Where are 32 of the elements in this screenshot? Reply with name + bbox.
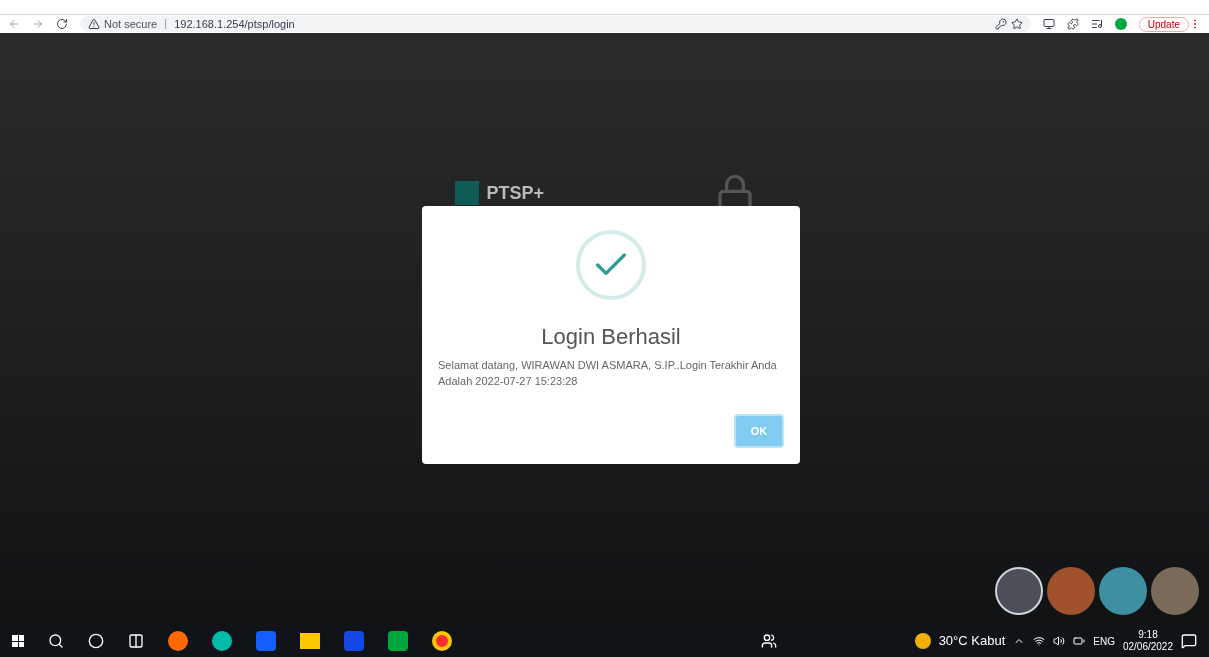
warning-icon [88,18,100,30]
playlist-icon[interactable] [1090,18,1103,30]
dialog-message: Selamat datang, WIRAWAN DWI ASMARA, S.IP..Login Terakhir Anda Adalah 2022-07-27 15:23:28 [438,358,778,389]
key-icon[interactable] [994,18,1007,30]
clock-time[interactable]: 9:18 [1138,629,1158,641]
battery-icon[interactable] [1073,635,1086,647]
success-icon [576,230,646,300]
cortana-icon[interactable] [88,633,104,649]
clock-date[interactable]: 02/06/2022 [1122,641,1173,653]
puzzle-icon[interactable] [1066,18,1079,30]
logo-text: PTSP+ [486,182,545,205]
language-indicator[interactable]: ENG [1093,633,1115,649]
wifi-icon[interactable] [1033,635,1046,647]
profile-avatar[interactable] [1114,18,1127,30]
security-label: Not secure [104,16,158,32]
reload-icon[interactable] [56,18,68,30]
dialog-title: Login Berhasil [541,323,681,351]
volume-icon[interactable] [1053,635,1066,647]
task-view-icon[interactable] [128,633,144,649]
search-icon[interactable] [48,633,64,649]
address-bar[interactable]: Not secure 192.168.1.254/ptsp/login [80,16,1031,32]
notification-icon[interactable] [1181,633,1197,649]
weather-text[interactable]: 30°C Kabut [938,631,1006,651]
weather-icon [914,633,931,649]
wallpaper-thumbnail[interactable] [1151,567,1199,615]
wallpaper-thumbnail[interactable] [1099,567,1147,615]
people-icon[interactable] [760,633,777,649]
windows-start-icon[interactable] [12,635,24,647]
star-icon[interactable] [1010,18,1023,30]
wallpaper-thumbnail[interactable] [995,567,1043,615]
url-text: 192.168.1.254/ptsp/login [174,16,295,32]
wallpaper-thumbnail[interactable] [1047,567,1095,615]
